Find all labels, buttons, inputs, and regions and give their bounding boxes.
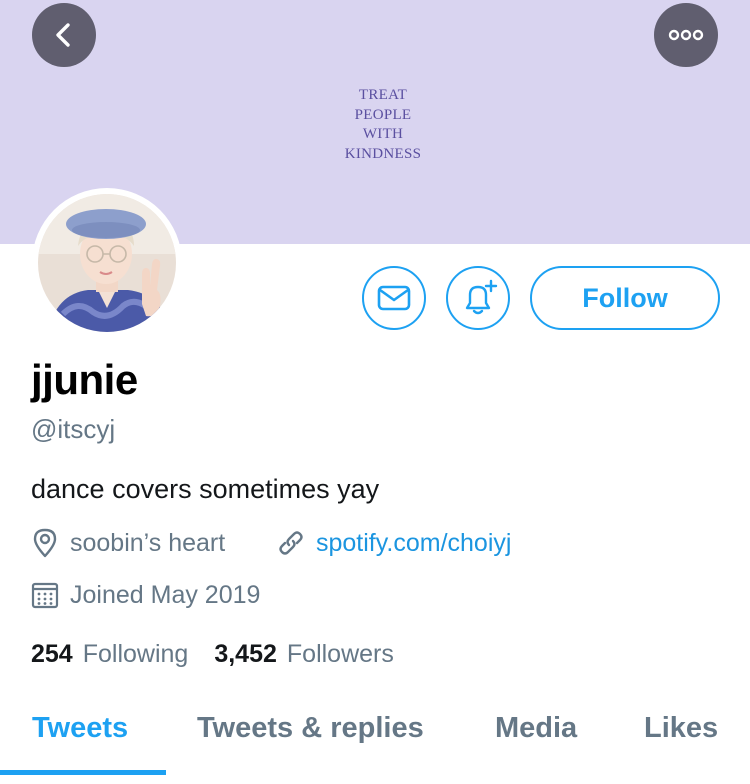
location-text: soobin’s heart <box>70 528 226 557</box>
banner-line: KINDNESS <box>344 145 422 162</box>
message-button[interactable] <box>362 266 426 330</box>
banner-line: TREAT <box>358 87 408 103</box>
envelope-icon <box>377 285 411 311</box>
notifications-button[interactable] <box>446 266 510 330</box>
chevron-left-icon <box>56 23 70 47</box>
following-label: Following <box>82 640 189 668</box>
following-count: 254 <box>31 640 73 668</box>
avatar-photo <box>38 194 176 332</box>
follow-button[interactable]: Follow <box>530 266 720 330</box>
avatar[interactable] <box>32 188 182 338</box>
location: soobin’s heart <box>30 528 225 558</box>
tab-likes[interactable]: Likes <box>644 712 718 745</box>
join-date-text: Joined May 2019 <box>70 580 261 609</box>
banner-line: PEOPLE <box>354 106 412 123</box>
bell-plus-icon <box>465 279 498 315</box>
ellipsis-icon <box>668 29 704 41</box>
website-link[interactable]: spotify.com/choiyj <box>316 529 511 558</box>
tab-tweets-and-replies[interactable]: Tweets & replies <box>197 712 424 745</box>
location-pin-icon <box>30 528 60 558</box>
link-icon <box>276 528 306 558</box>
website[interactable]: spotify.com/choiyj <box>276 528 511 558</box>
tab-tweets[interactable]: Tweets <box>32 712 128 745</box>
bio: dance covers sometimes yay <box>31 474 380 504</box>
user-handle: @itscyj <box>31 414 116 444</box>
calendar-icon <box>30 580 60 610</box>
followers-stat[interactable]: 3,452 Followers <box>214 640 420 669</box>
followers-count: 3,452 <box>214 640 277 668</box>
banner-slogan: TREAT PEOPLE WITH KINDNESS <box>300 86 466 164</box>
more-options-button[interactable] <box>654 3 718 67</box>
profile-tabs: Tweets Tweets & replies Media Likes <box>0 700 750 784</box>
back-button[interactable] <box>32 3 96 67</box>
followers-label: Followers <box>286 640 394 668</box>
tab-media[interactable]: Media <box>495 712 577 745</box>
following-stat[interactable]: 254 Following <box>31 640 214 669</box>
banner-line: WITH <box>362 126 404 142</box>
follow-stats: 254 Following 3,452 Followers <box>31 640 420 669</box>
display-name: jjunie <box>31 356 138 403</box>
active-tab-indicator <box>0 770 166 775</box>
join-date: Joined May 2019 <box>30 580 260 610</box>
